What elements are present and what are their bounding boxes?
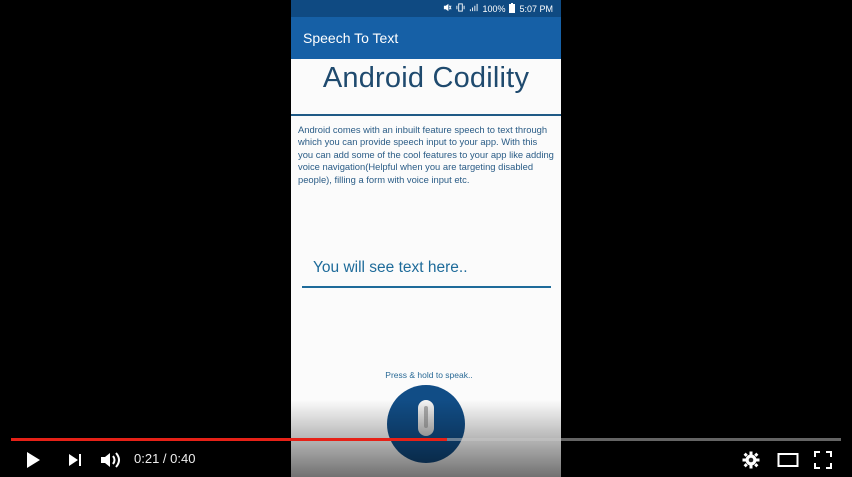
headline: Android Codility [322, 62, 530, 94]
next-button[interactable] [64, 449, 86, 471]
progress-played [11, 438, 447, 441]
theater-mode-button[interactable] [775, 449, 801, 471]
theater-mode-icon [777, 453, 799, 467]
status-bar: 100% 5:07 PM [291, 0, 561, 17]
description-text: Android comes with an inbuilt feature sp… [298, 124, 554, 185]
play-icon [27, 452, 40, 468]
battery-icon [509, 2, 516, 15]
speech-output-field[interactable]: You will see text here.. [313, 259, 468, 277]
press-hint: Press & hold to speak.. [385, 370, 473, 380]
fullscreen-button[interactable] [811, 449, 835, 471]
gear-icon [742, 451, 760, 469]
volume-button[interactable] [98, 449, 124, 471]
signal-icon [469, 3, 478, 14]
headline-divider [291, 114, 561, 116]
mute-icon [443, 3, 452, 14]
speech-output-underline [302, 286, 551, 288]
vibrate-icon [456, 3, 465, 14]
fullscreen-icon [814, 451, 832, 469]
time-display: 0:21 / 0:40 [134, 451, 196, 466]
next-icon [69, 454, 81, 466]
play-button[interactable] [22, 449, 44, 471]
progress-bar[interactable] [11, 438, 841, 441]
app-title: Speech To Text [303, 30, 399, 46]
battery-percent: 100% [482, 3, 506, 14]
settings-button[interactable] [739, 449, 763, 471]
app-bar: Speech To Text [291, 17, 561, 59]
status-time: 5:07 PM [519, 3, 553, 14]
volume-icon [101, 452, 120, 468]
